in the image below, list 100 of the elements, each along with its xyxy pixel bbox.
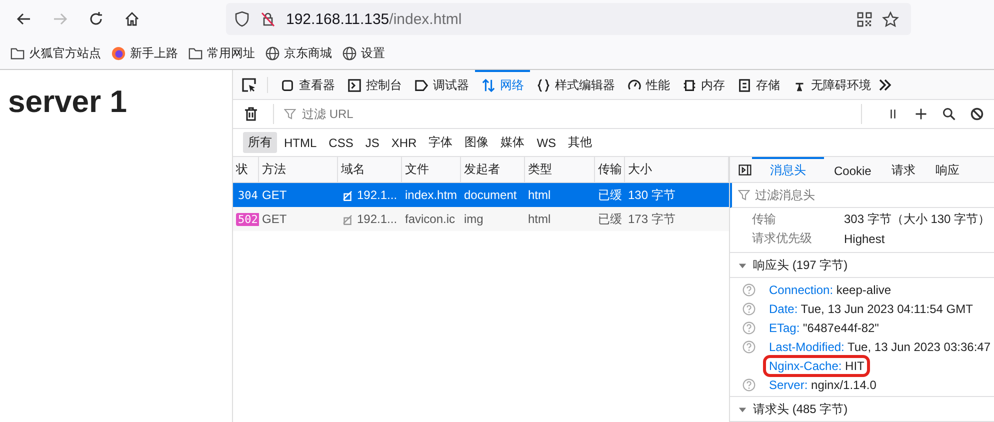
globe-icon <box>265 46 280 61</box>
element-picker-icon[interactable] <box>241 76 268 92</box>
header-entry: Nginx-Cache: HIT <box>766 358 868 374</box>
filter-headers-field[interactable]: 过滤消息头 <box>753 187 994 203</box>
devtools-tab[interactable]: 无障碍环境 <box>786 70 877 99</box>
plus-icon[interactable] <box>914 107 928 121</box>
type-filter-button[interactable]: 所有 <box>243 132 277 153</box>
field-label: 传输 <box>752 211 777 228</box>
table-cell-text: document <box>463 187 518 204</box>
bookmark-item[interactable]: 设置 <box>342 45 385 62</box>
table-cell-text: html <box>527 187 552 204</box>
shield-icon[interactable] <box>234 11 250 27</box>
column-header[interactable]: 大小 <box>625 157 729 182</box>
details-tab[interactable]: 请求 <box>881 157 926 182</box>
insecure-icon <box>341 188 354 202</box>
bookmark-item[interactable]: 火狐官方站点 <box>10 45 101 62</box>
page-heading: server 1 <box>8 84 128 120</box>
back-icon[interactable] <box>16 11 32 27</box>
table-cell-text: 已缓 <box>597 186 623 204</box>
devtools-tab[interactable]: 网络 <box>475 70 530 99</box>
status-code: 502 <box>236 212 259 226</box>
insecure-icon <box>341 212 354 226</box>
header-entry: ETag: "6487e44f-82" <box>768 320 880 336</box>
section-title: 请求头 (485 字节) <box>753 400 848 418</box>
type-filter-button[interactable]: XHR <box>386 134 422 152</box>
table-cell-text: GET <box>261 187 288 204</box>
table-cell-text: 130 字节 <box>627 186 676 204</box>
filter-icon <box>738 189 750 201</box>
request-row[interactable]: 502 GET 192.1... favicon.ic img html 已缓 173 字节 <box>233 207 729 231</box>
table-cell-text: favicon.ic <box>404 211 456 228</box>
tab-icon <box>481 78 496 93</box>
column-header[interactable]: 域名 <box>338 157 402 182</box>
details-tab[interactable]: 消息头 <box>752 157 824 182</box>
header-entry: Connection: keep-alive <box>768 282 892 298</box>
block-icon[interactable] <box>970 107 984 121</box>
fox-globe-icon <box>111 46 126 61</box>
section-header[interactable]: 响应头 (197 字节) <box>730 253 994 278</box>
request-row[interactable]: 304 GET 192.1... index.htm document html 已缓 130 字节 <box>233 183 729 207</box>
bookmark-item[interactable]: 京东商城 <box>265 45 332 62</box>
table-cell-text: 173 字节 <box>627 210 676 228</box>
table-cell-text: 已缓 <box>597 210 623 228</box>
tab-icon <box>280 78 295 93</box>
star-icon[interactable] <box>882 10 899 28</box>
column-header[interactable]: 方法 <box>259 157 338 182</box>
table-cell-text: index.htm <box>404 187 458 204</box>
details-tab[interactable]: 响应 <box>925 157 970 182</box>
type-filter-button[interactable]: HTML <box>279 134 322 152</box>
type-filter-button[interactable]: 图像 <box>460 132 494 153</box>
more-tabs-icon[interactable] <box>877 76 893 92</box>
table-cell: 192.1... <box>357 212 398 226</box>
bookmark-item[interactable]: 常用网址 <box>188 45 255 62</box>
column-header[interactable]: 传输 <box>595 157 625 182</box>
table-cell: 192.1... <box>357 188 398 202</box>
type-filter-button[interactable]: JS <box>360 134 384 152</box>
address-bar[interactable]: 192.168.11.135/index.html <box>226 3 911 35</box>
details-tab[interactable]: Cookie <box>824 157 882 182</box>
tab-icon <box>737 78 752 93</box>
insecure-lock-icon[interactable] <box>260 11 276 27</box>
home-icon[interactable] <box>124 11 140 27</box>
search-icon[interactable] <box>942 107 956 121</box>
header-entry: Last-Modified: Tue, 13 Jun 2023 03:36:47 <box>768 338 992 354</box>
table-cell-text: html <box>527 211 552 228</box>
type-filter-button[interactable]: 字体 <box>424 132 458 153</box>
status-code: 304 <box>237 188 259 202</box>
devtools-tab[interactable]: 调试器 <box>408 70 475 99</box>
field-label: 请求优先级 <box>752 230 813 247</box>
qr-code-icon[interactable] <box>857 12 872 26</box>
filter-url-field[interactable]: 过滤 URL <box>300 106 861 122</box>
column-header[interactable]: 类型 <box>525 157 595 182</box>
globe-icon <box>342 46 357 61</box>
section-title: 响应头 (197 字节) <box>753 256 848 274</box>
trash-icon[interactable] <box>243 106 259 122</box>
devtools-tab[interactable]: 性能 <box>621 70 676 99</box>
tab-icon <box>536 78 551 93</box>
devtools-tab[interactable]: 控制台 <box>341 70 408 99</box>
devtools-tab[interactable]: 查看器 <box>274 70 341 99</box>
toggle-panel-icon[interactable] <box>738 162 752 176</box>
column-header[interactable]: 文件 <box>402 157 461 182</box>
column-header[interactable]: 发起者 <box>461 157 525 182</box>
devtools-tab[interactable]: 存储 <box>731 70 786 99</box>
column-header[interactable]: 状 <box>233 157 259 182</box>
folder-icon <box>10 46 25 61</box>
field-value: Highest <box>844 232 885 246</box>
filter-icon <box>284 108 296 120</box>
header-entry: Date: Tue, 13 Jun 2023 04:11:54 GMT <box>768 300 974 316</box>
type-filter-button[interactable]: 其他 <box>563 132 598 153</box>
devtools-tab[interactable]: 样式编辑器 <box>530 70 621 99</box>
type-filter-button[interactable]: WS <box>532 134 562 152</box>
folder-icon <box>188 46 203 61</box>
reload-icon[interactable] <box>88 11 104 27</box>
table-cell-text: GET <box>261 211 288 228</box>
url-text: 192.168.11.135/index.html <box>286 10 462 28</box>
type-filter-button[interactable]: 媒体 <box>496 132 530 153</box>
section-header[interactable]: 请求头 (485 字节) <box>730 397 994 422</box>
type-filter-button[interactable]: CSS <box>324 134 358 152</box>
bookmark-item[interactable]: 新手上路 <box>111 45 178 62</box>
devtools-tab[interactable]: 内存 <box>676 70 731 99</box>
tab-icon <box>414 78 429 93</box>
header-entry: Server: nginx/1.14.0 <box>768 376 878 392</box>
tab-icon <box>682 78 697 93</box>
